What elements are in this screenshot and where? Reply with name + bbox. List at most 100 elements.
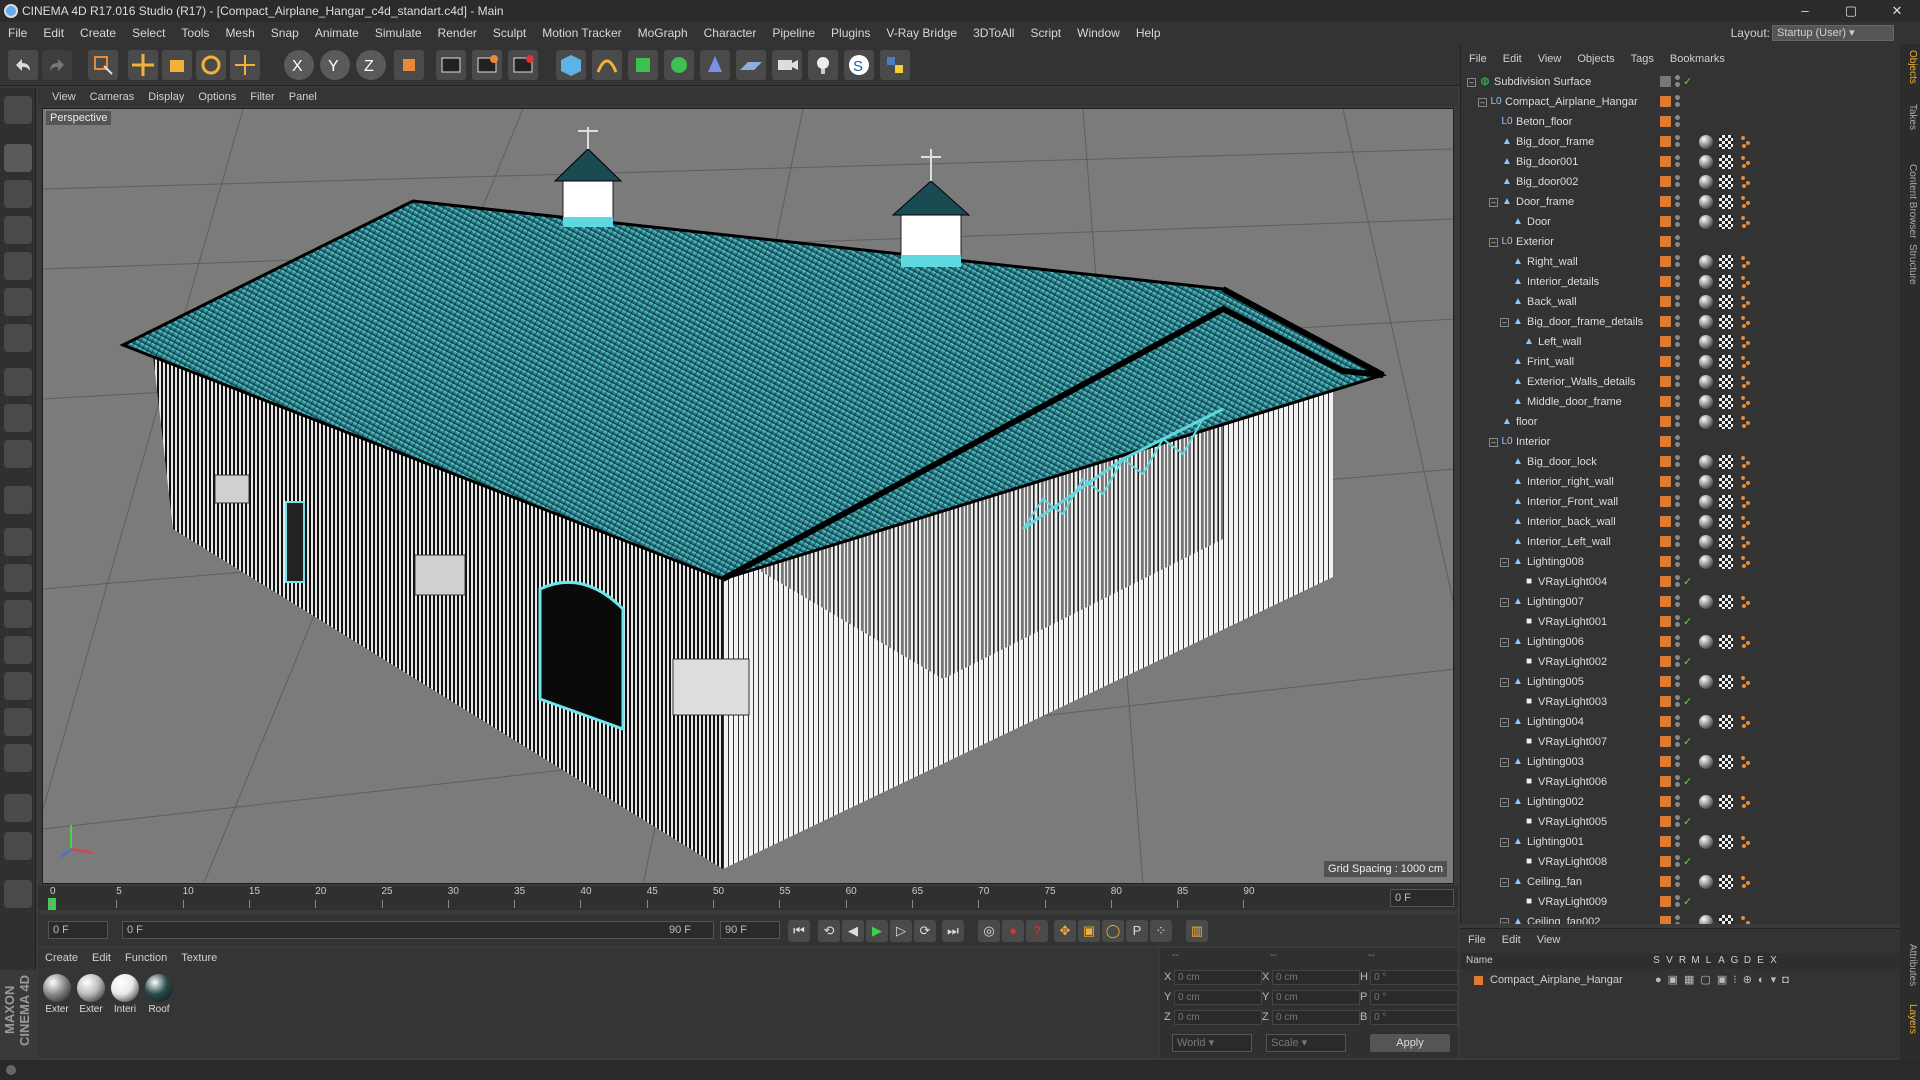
viewport-label[interactable]: Perspective [46,111,112,125]
object-name[interactable]: VRayLight008 [1538,852,1607,872]
object-row[interactable]: ▲ Interior_Front_wall [1461,492,1901,512]
object-name[interactable]: VRayLight009 [1538,892,1607,912]
viewport-perspective[interactable]: Perspective Grid Spacing : 1000 cm ✥ ⇕ ⟳… [42,108,1454,884]
visibility-dots-icon[interactable] [1675,715,1681,729]
object-name[interactable]: Exterior [1516,232,1554,252]
knife-icon[interactable] [4,600,32,628]
weld-icon[interactable] [4,708,32,736]
visibility-dots-icon[interactable] [1675,375,1681,389]
object-name[interactable]: Back_wall [1527,292,1577,312]
layer-color-icon[interactable] [1660,716,1671,727]
object-name[interactable]: Lighting005 [1527,672,1584,692]
menu-edit[interactable]: Edit [35,22,72,44]
texture-tag-icon[interactable] [1719,195,1733,209]
layer-flag-header[interactable]: G [1728,953,1741,969]
visibility-dots-icon[interactable] [1675,735,1681,749]
object-row[interactable]: ▲ Door [1461,212,1901,232]
layer-flag-header[interactable]: E [1754,953,1767,969]
object-name[interactable]: VRayLight005 [1538,812,1607,832]
object-name[interactable]: Big_door002 [1516,172,1578,192]
expand-toggle-icon[interactable]: – [1489,198,1498,207]
layer-color-icon[interactable] [1660,656,1671,667]
layer-color-icon[interactable] [1660,376,1671,387]
viewport-menu-panel[interactable]: Panel [282,88,324,106]
texture-tag-icon[interactable] [1719,555,1733,569]
y-axis-icon[interactable]: Y [320,50,350,80]
texture-tag-icon[interactable] [1719,335,1733,349]
selection-tag-icon[interactable] [1739,675,1753,689]
object-row[interactable]: – L0 Exterior [1461,232,1901,252]
menu-mograph[interactable]: MoGraph [630,22,696,44]
enabled-check-icon[interactable]: ✓ [1683,72,1692,92]
selection-tag-icon[interactable] [1739,455,1753,469]
selection-tag-icon[interactable] [1739,555,1753,569]
object-name[interactable]: VRayLight006 [1538,772,1607,792]
material-tag-icon[interactable] [1699,295,1713,309]
material-tag-icon[interactable] [1699,635,1713,649]
python-icon[interactable] [880,50,910,80]
visibility-dots-icon[interactable] [1675,915,1681,924]
visibility-dots-icon[interactable] [1675,155,1681,169]
coord-field[interactable]: 0 cm [1174,990,1262,1005]
z-axis-icon[interactable]: Z [356,50,386,80]
key-param-icon[interactable]: P [1126,920,1148,942]
frame-range-slider[interactable]: 0 F 90 F [122,921,714,939]
material-tag-icon[interactable] [1699,475,1713,489]
texture-tag-icon[interactable] [1719,295,1733,309]
selection-tag-icon[interactable] [1739,215,1753,229]
layer-color-icon[interactable] [1660,356,1671,367]
layer-color-icon[interactable] [1660,136,1671,147]
material-menu-edit[interactable]: Edit [85,948,118,968]
selection-tag-icon[interactable] [1739,135,1753,149]
menu-plugins[interactable]: Plugins [823,22,878,44]
visibility-dots-icon[interactable] [1675,395,1681,409]
object-row[interactable]: ■ VRayLight009 ✓ [1461,892,1901,912]
object-name[interactable]: VRayLight003 [1538,692,1607,712]
visibility-dots-icon[interactable] [1675,775,1681,789]
layout-dropdown[interactable]: Startup (User) ▾ [1772,25,1894,41]
object-row[interactable]: ▲ Interior_back_wall [1461,512,1901,532]
visibility-dots-icon[interactable] [1675,75,1681,89]
material-swatch[interactable]: Interi [110,974,140,1015]
selection-tag-icon[interactable] [1739,195,1753,209]
layer-color-icon[interactable] [1660,396,1671,407]
sculpt-icon[interactable] [4,528,32,556]
key-pla-icon[interactable]: ⁘ [1150,920,1172,942]
coord-field[interactable]: 0 ° [1370,990,1458,1005]
object-row[interactable]: – ▲ Ceiling_fan [1461,872,1901,892]
object-row[interactable]: ▲ Right_wall [1461,252,1901,272]
object-menu-bookmarks[interactable]: Bookmarks [1662,50,1733,68]
object-name[interactable]: Ceiling_fan002 [1527,912,1600,924]
object-row[interactable]: ▲ Big_door002 [1461,172,1901,192]
redo-icon[interactable] [42,50,72,80]
object-row[interactable]: – ◍ Subdivision Surface ✓ [1461,72,1901,92]
autokey-icon[interactable]: ● [1002,920,1024,942]
visibility-dots-icon[interactable] [1675,615,1681,629]
right-tab-takes[interactable]: Takes [1902,104,1918,130]
layer-color-icon[interactable] [1660,616,1671,627]
current-frame-field[interactable]: 0 F [48,921,108,939]
layer-color-icon[interactable] [1660,856,1671,867]
object-name[interactable]: Interior_Front_wall [1527,492,1618,512]
layer-color-icon[interactable] [1660,796,1671,807]
selection-tag-icon[interactable] [1739,715,1753,729]
axis-mode-icon[interactable] [4,368,32,396]
x-axis-icon[interactable]: X [284,50,314,80]
texture-tag-icon[interactable] [1719,315,1733,329]
timeline-end-field[interactable]: 0 F [1390,889,1454,907]
visibility-dots-icon[interactable] [1675,675,1681,689]
layer-color-icon[interactable] [1660,896,1671,907]
make-editable-icon[interactable] [4,96,32,124]
layer-color-icon[interactable] [1660,696,1671,707]
visibility-dots-icon[interactable] [1675,655,1681,669]
material-tag-icon[interactable] [1699,275,1713,289]
layer-color-icon[interactable] [1660,296,1671,307]
layer-color-icon[interactable] [1660,556,1671,567]
object-name[interactable]: VRayLight001 [1538,612,1607,632]
coord-field[interactable]: 0 cm [1174,970,1262,985]
layer-color-icon[interactable] [1660,816,1671,827]
texture-tag-icon[interactable] [1719,155,1733,169]
layer-menu-edit[interactable]: Edit [1494,931,1529,949]
menu-sculpt[interactable]: Sculpt [485,22,534,44]
object-name[interactable]: floor [1516,412,1537,432]
